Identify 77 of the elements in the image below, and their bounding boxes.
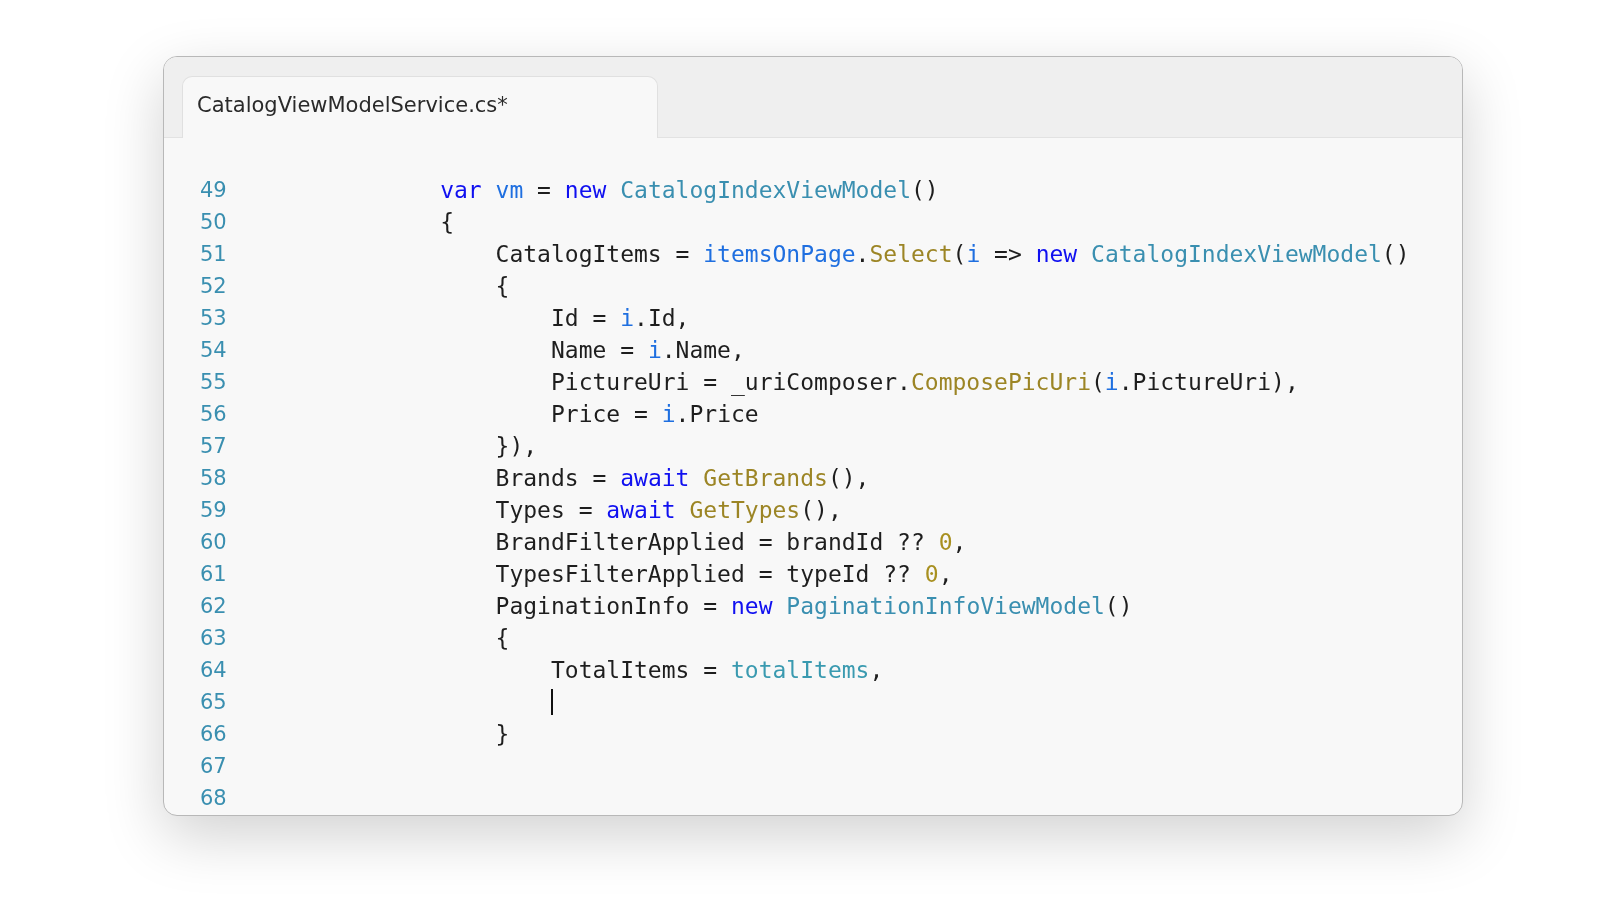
code-token: i <box>966 241 981 267</box>
code-token: CatalogIndexViewModel <box>619 177 911 203</box>
code-token: PaginationInfo = <box>494 593 719 619</box>
code-token: vm <box>494 177 524 203</box>
code-token: . <box>855 241 870 267</box>
code-token: new <box>564 177 607 203</box>
code-token: Select <box>869 241 953 267</box>
line-number: 61 <box>199 562 228 586</box>
code-token: .PictureUri), <box>1118 369 1299 395</box>
line-number: 60 <box>199 530 228 554</box>
code-token: { <box>494 625 510 651</box>
line-number: 62 <box>199 594 228 618</box>
code-token: i <box>647 337 662 363</box>
line-number: 54 <box>199 338 228 362</box>
code-token: , <box>952 529 967 555</box>
code-token: () <box>1104 593 1133 619</box>
code-token: i <box>1104 369 1119 395</box>
code-token: { <box>494 273 510 299</box>
code-token: Price = <box>549 401 649 427</box>
line-number: 68 <box>199 786 228 810</box>
code-token: PictureUri = _uriComposer. <box>549 369 911 395</box>
code-token: .Id, <box>634 305 690 331</box>
code-token: ( <box>952 241 967 267</box>
code-token: () <box>911 177 939 203</box>
line-number: 58 <box>199 466 228 490</box>
code-token: ( <box>1091 369 1105 395</box>
code-token: { <box>439 209 454 235</box>
code-token: i <box>620 305 635 331</box>
code-token: GetTypes <box>688 497 801 523</box>
code-token: CatalogItems = <box>494 241 691 267</box>
code-token: () <box>1381 241 1410 267</box>
code-token: 0 <box>938 529 953 555</box>
code-token: BrandFilterApplied = brandId ?? <box>494 529 926 555</box>
code-token: PaginationInfoViewModel <box>785 593 1105 619</box>
code-token: Id = <box>549 305 608 331</box>
line-number: 59 <box>199 498 228 522</box>
line-number: 50 <box>199 210 228 234</box>
code-token: }), <box>494 433 538 459</box>
code-token: ComposePicUri <box>911 369 1091 395</box>
line-number: 51 <box>199 242 228 266</box>
line-number: 66 <box>199 722 228 746</box>
code-token: Name = <box>549 337 636 363</box>
line-number: 52 <box>199 274 228 298</box>
code-token: TotalItems = <box>549 657 719 683</box>
code-token: Brands = <box>494 465 608 491</box>
line-number: 67 <box>199 754 228 778</box>
code-token: (), <box>827 465 870 491</box>
code-token: = <box>536 177 552 203</box>
code-token: , <box>869 657 884 683</box>
code-token: TypesFilterApplied = typeId ?? <box>494 561 912 587</box>
code-token: => <box>993 241 1023 267</box>
code-token: await <box>606 497 676 523</box>
code-token: 0 <box>924 561 939 587</box>
line-number: 64 <box>199 658 228 682</box>
code-token: Types = <box>494 497 594 523</box>
code-token: .Price <box>675 401 759 427</box>
line-number: 56 <box>199 402 228 426</box>
code-token: var <box>439 177 482 203</box>
code-token: itemsOnPage <box>703 241 856 267</box>
line-number: 53 <box>199 306 228 330</box>
code-token: } <box>494 721 510 747</box>
code-token: CatalogIndexViewModel <box>1090 241 1382 267</box>
code-token: , <box>938 561 953 587</box>
line-number: 65 <box>199 690 228 714</box>
code-token: GetBrands <box>702 465 828 491</box>
line-number: 55 <box>199 370 228 394</box>
line-number: 63 <box>199 626 228 650</box>
code-token: await <box>620 465 690 491</box>
code-token: totalItems <box>730 657 870 683</box>
code-token: new <box>730 593 773 619</box>
code-token: (), <box>800 497 842 523</box>
line-number: 49 <box>199 178 228 202</box>
file-tab[interactable]: CatalogViewModelService.cs* <box>182 76 658 138</box>
code-token: i <box>661 401 676 427</box>
line-number: 57 <box>199 434 228 458</box>
code-token: .Name, <box>661 337 745 363</box>
code-token: new <box>1035 241 1078 267</box>
